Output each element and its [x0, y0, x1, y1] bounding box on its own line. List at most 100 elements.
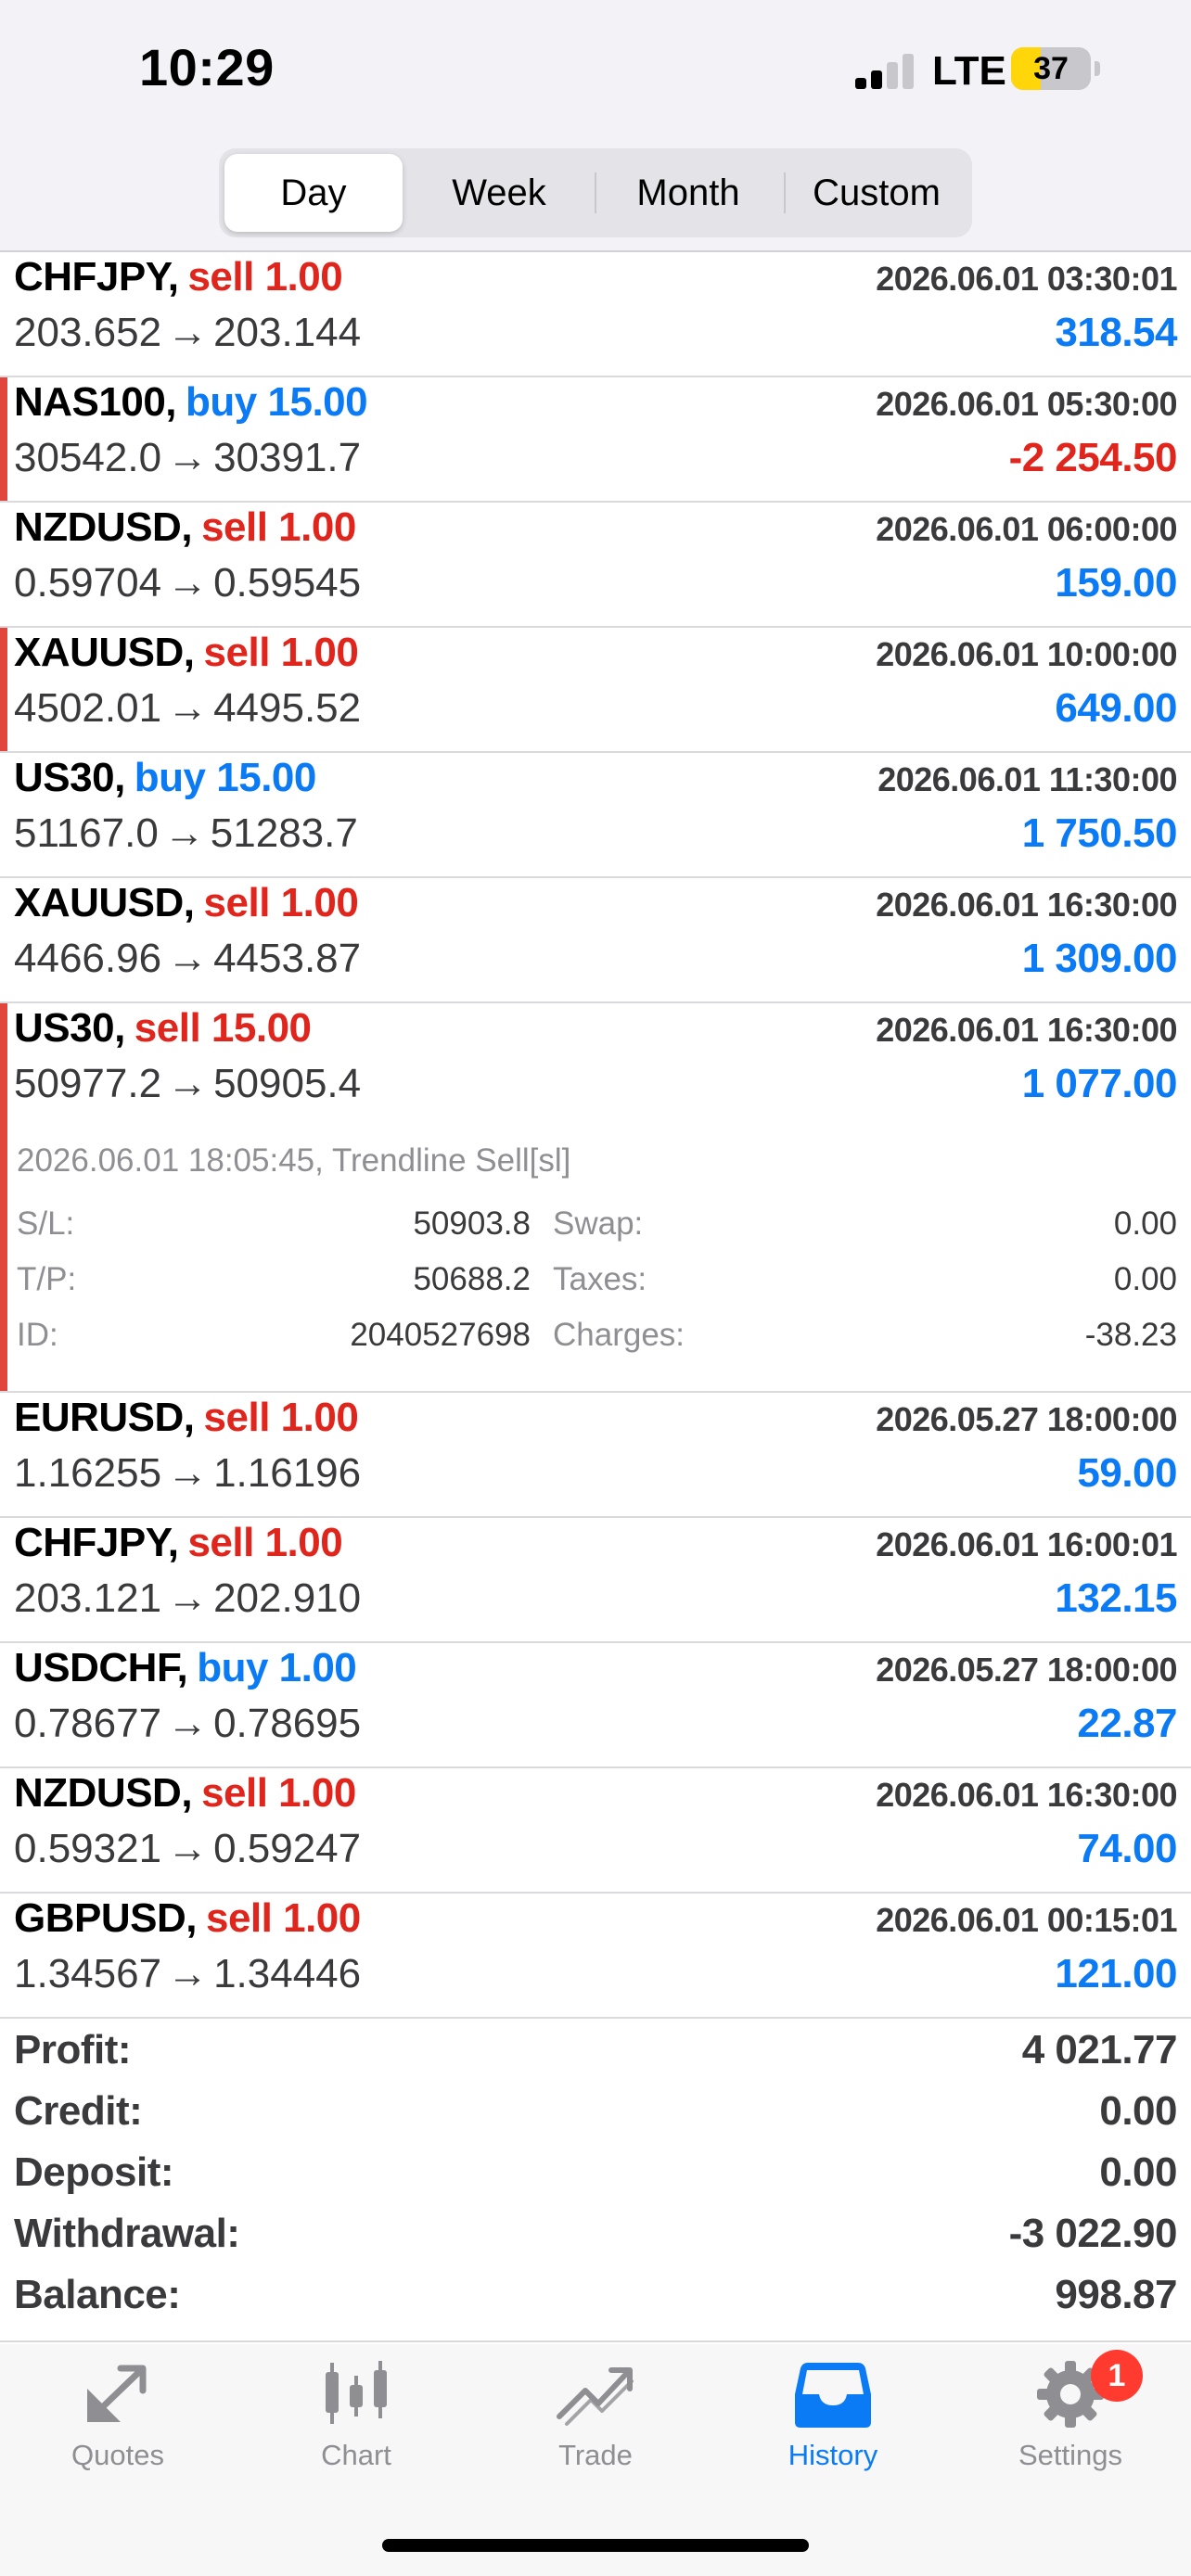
trade-symbol: EURUSD, — [14, 1395, 195, 1440]
trade-direction: buy 15.00 — [186, 379, 368, 425]
close-price: 203.144 — [213, 310, 362, 355]
battery-icon: 37 — [1011, 47, 1091, 90]
open-price: 4502.01 — [14, 685, 162, 731]
summary-label: Profit: — [14, 2027, 132, 2072]
summary-row: Withdrawal: -3 022.90 — [14, 2211, 1178, 2272]
tab-week[interactable]: Week — [408, 154, 590, 232]
trade-row[interactable]: USDCHF, buy 1.00 2026.05.27 18:00:00 0.7867… — [0, 1643, 1191, 1768]
trade-title: XAUUSD, sell 1.00 — [14, 630, 359, 676]
open-price: 50977.2 — [14, 1061, 162, 1106]
account-summary: Profit: 4 021.77 Credit: 0.00 Deposit: 0.00 Wi… — [0, 2012, 1191, 2342]
open-price: 30542.0 — [14, 435, 162, 480]
trade-direction: buy 1.00 — [197, 1645, 357, 1690]
status-time: 10:29 — [139, 38, 275, 96]
trade-row[interactable]: US30, sell 15.00 2026.06.01 16:30:00 50977.… — [0, 1003, 1191, 1393]
trade-row[interactable]: XAUUSD, sell 1.00 2026.06.01 16:30:00 4466.… — [0, 878, 1191, 1003]
trade-row[interactable]: GBPUSD, sell 1.00 2026.06.01 00:15:01 1.345… — [0, 1894, 1191, 2019]
arrow-right-icon: → — [167, 685, 209, 731]
trade-prices: 50977.2 → 50905.4 — [14, 1061, 361, 1107]
trade-prices: 30542.0 → 30391.7 — [14, 435, 361, 481]
trade-row[interactable]: NZDUSD, sell 1.00 2026.06.01 06:00:00 0.597… — [0, 503, 1191, 628]
trade-direction: sell 1.00 — [201, 504, 356, 550]
trade-direction: sell 1.00 — [187, 254, 343, 300]
tab-trade[interactable]: Trade — [503, 2357, 688, 2506]
arrow-right-icon: → — [167, 1450, 209, 1496]
tab-chart[interactable]: Chart — [263, 2357, 449, 2506]
trade-symbol: NZDUSD, — [14, 1770, 193, 1816]
trade-profit: -2 254.50 — [1008, 435, 1178, 480]
tab-day[interactable]: Day — [224, 154, 403, 232]
history-icon — [795, 2363, 871, 2428]
trade-profit: 22.87 — [1077, 1701, 1177, 1746]
id-label: ID: — [17, 1317, 58, 1353]
tab-quotes[interactable]: Quotes — [25, 2357, 211, 2506]
trade-row[interactable]: CHFJPY, sell 1.00 2026.06.01 03:30:01 203.6… — [0, 252, 1191, 377]
summary-value: 0.00 — [1099, 2149, 1177, 2195]
trade-symbol: USDCHF, — [14, 1645, 188, 1690]
taxes-label: Taxes: — [553, 1261, 647, 1297]
trade-prices: 0.59321 → 0.59247 — [14, 1826, 361, 1872]
trade-prices: 4466.96 → 4453.87 — [14, 936, 361, 982]
summary-row: Balance: 998.87 — [14, 2272, 1177, 2333]
close-price: 0.78695 — [213, 1701, 362, 1746]
trade-symbol: CHFJPY, — [14, 1520, 179, 1565]
summary-label: Withdrawal: — [14, 2211, 240, 2256]
trade-time: 2026.06.01 00:15:01 — [876, 1901, 1177, 1939]
trade-time: 2026.06.01 16:00:01 — [876, 1525, 1177, 1563]
close-price: 0.59247 — [213, 1826, 362, 1871]
trade-direction: sell 15.00 — [134, 1005, 312, 1051]
trade-time: 2026.06.01 16:30:00 — [876, 886, 1177, 924]
sl-value: 50903.8 — [413, 1205, 531, 1242]
trade-row[interactable]: NZDUSD, sell 1.00 2026.06.01 16:30:00 0.593… — [0, 1768, 1191, 1894]
sl-label: S/L: — [17, 1205, 75, 1242]
summary-row: Credit: 0.00 — [14, 2088, 1177, 2149]
trade-symbol: NAS100, — [14, 379, 177, 425]
swap-value: 0.00 — [1113, 1205, 1177, 1242]
arrow-right-icon: → — [167, 310, 209, 355]
summary-value: 4 021.77 — [1021, 2027, 1178, 2072]
tab-history[interactable]: History — [740, 2357, 926, 2506]
tp-value: 50688.2 — [413, 1261, 531, 1297]
trade-title: NZDUSD, sell 1.00 — [14, 1770, 356, 1817]
trade-profit: 74.00 — [1077, 1826, 1177, 1871]
tab-quotes-label: Quotes — [71, 2439, 164, 2471]
trade-symbol: CHFJPY, — [14, 254, 179, 300]
trade-prices: 1.34567 → 1.34446 — [14, 1951, 361, 1997]
trade-title: XAUUSD, sell 1.00 — [14, 880, 359, 926]
trade-prices: 203.652 → 203.144 — [14, 310, 361, 356]
network-type: LTE — [932, 48, 1006, 94]
trade-title: CHFJPY, sell 1.00 — [14, 1520, 343, 1566]
trade-title: NAS100, buy 15.00 — [14, 379, 368, 426]
arrow-right-icon: → — [167, 435, 209, 480]
summary-value: 998.87 — [1055, 2272, 1177, 2317]
close-price: 0.59545 — [213, 560, 362, 606]
tab-month[interactable]: Month — [597, 154, 779, 232]
trade-profit: 59.00 — [1077, 1450, 1177, 1496]
segmented-control: Day Week Month Custom — [219, 148, 972, 237]
trade-row[interactable]: NAS100, buy 15.00 2026.06.01 05:30:00 30542… — [0, 377, 1191, 503]
trade-profit: 649.00 — [1055, 685, 1177, 731]
battery-percent: 37 — [1033, 51, 1069, 86]
close-price: 4495.52 — [213, 685, 362, 731]
open-price: 203.121 — [14, 1575, 162, 1621]
close-price: 202.910 — [213, 1575, 362, 1621]
period-selector: Day Week Month Custom — [0, 139, 1191, 252]
taxes-value: 0.00 — [1113, 1261, 1177, 1297]
trade-row[interactable]: XAUUSD, sell 1.00 2026.06.01 10:00:00 4502.… — [0, 628, 1191, 753]
trade-time: 2026.06.01 06:00:00 — [876, 510, 1177, 548]
trade-row[interactable]: CHFJPY, sell 1.00 2026.06.01 16:00:01 203.1… — [0, 1518, 1191, 1643]
tab-settings-label: Settings — [1018, 2439, 1122, 2471]
trade-profit: 159.00 — [1055, 560, 1177, 606]
trade-direction: sell 1.00 — [187, 1520, 343, 1565]
arrow-right-icon: → — [167, 1826, 209, 1871]
open-price: 0.59704 — [14, 560, 162, 606]
trade-title: GBPUSD, sell 1.00 — [14, 1895, 361, 1942]
close-price: 50905.4 — [213, 1061, 362, 1106]
trade-row[interactable]: EURUSD, sell 1.00 2026.05.27 18:00:00 1.162… — [0, 1393, 1191, 1518]
summary-label: Credit: — [14, 2088, 143, 2134]
arrow-right-icon: → — [167, 1701, 209, 1746]
open-price: 51167.0 — [14, 810, 159, 856]
trade-row[interactable]: US30, buy 15.00 2026.06.01 11:30:00 51167.0… — [0, 753, 1191, 878]
trade-title: EURUSD, sell 1.00 — [14, 1395, 359, 1441]
tab-custom[interactable]: Custom — [787, 154, 967, 232]
